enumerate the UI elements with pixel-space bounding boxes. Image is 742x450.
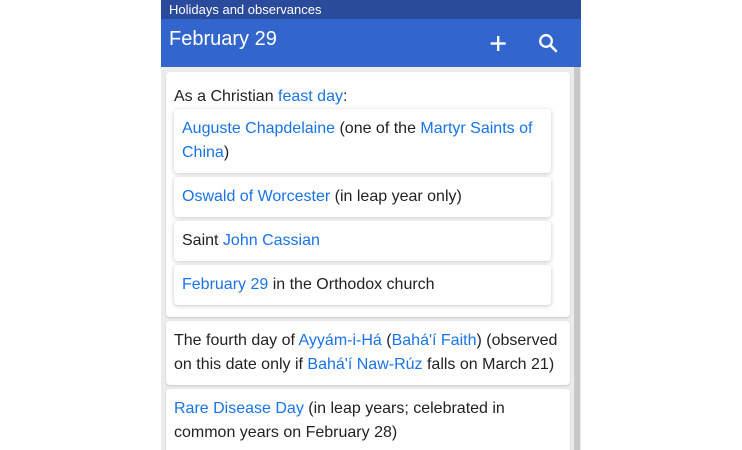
search-icon [539,34,558,53]
status-bar: Holidays and observances [161,0,581,19]
bahai-text: ( [381,332,392,349]
feast-suffix-text: : [342,88,348,105]
rare-disease-card: Rare Disease Day (in leap years; celebra… [166,389,570,450]
john-cassian-link[interactable]: John Cassian [223,232,320,249]
list-item-text: in the Orthodox church [268,276,435,293]
christian-feast-heading: As a Christian feast day: [174,72,562,109]
list-item-february-29-orthodox[interactable]: February 29 in the Orthodox church [174,265,551,305]
list-item-text: (in leap year only) [330,188,462,205]
bahai-card: The fourth day of Ayyám-i-Há (Bahá'í Fai… [166,321,570,385]
page-title: February 29 [169,28,277,50]
auguste-chapdelaine-link[interactable]: Auguste Chapdelaine [182,120,335,137]
bahai-text: falls on March 21) [422,356,555,373]
feast-day-link[interactable]: feast day [278,88,343,105]
list-item-john-cassian[interactable]: Saint John Cassian [174,221,551,261]
search-button[interactable] [534,29,562,57]
list-item-auguste-chapdelaine[interactable]: Auguste Chapdelaine (one of the Martyr S… [174,109,551,173]
bahai-text: The fourth day of [174,332,299,349]
plus-icon [490,36,506,51]
feast-prefix-text: As a Christian [174,88,279,105]
add-button[interactable] [484,29,512,57]
february-29-link[interactable]: February 29 [182,276,268,293]
list-item-oswald-of-worcester[interactable]: Oswald of Worcester (in leap year only) [174,177,551,217]
bahai-naw-ruz-link[interactable]: Bahá'í Naw-Rúz [307,356,422,373]
ayyam-i-ha-link[interactable]: Ayyám-i-Há [299,332,382,349]
bahai-faith-link[interactable]: Bahá'í Faith [392,332,477,349]
list-item-text: Saint [182,232,223,249]
scrollbar[interactable] [574,67,580,450]
status-bar-title: Holidays and observances [169,2,322,17]
list-item-text: (one of the [335,120,421,137]
list-item-text: ) [223,144,230,161]
app-bar: February 29 [161,19,581,67]
oswald-of-worcester-link[interactable]: Oswald of Worcester [182,188,330,205]
app-window: Holidays and observances February 29 As … [161,0,581,450]
rare-disease-day-link[interactable]: Rare Disease Day [174,400,304,417]
content-area: As a Christian feast day: Auguste Chapde… [161,67,581,450]
